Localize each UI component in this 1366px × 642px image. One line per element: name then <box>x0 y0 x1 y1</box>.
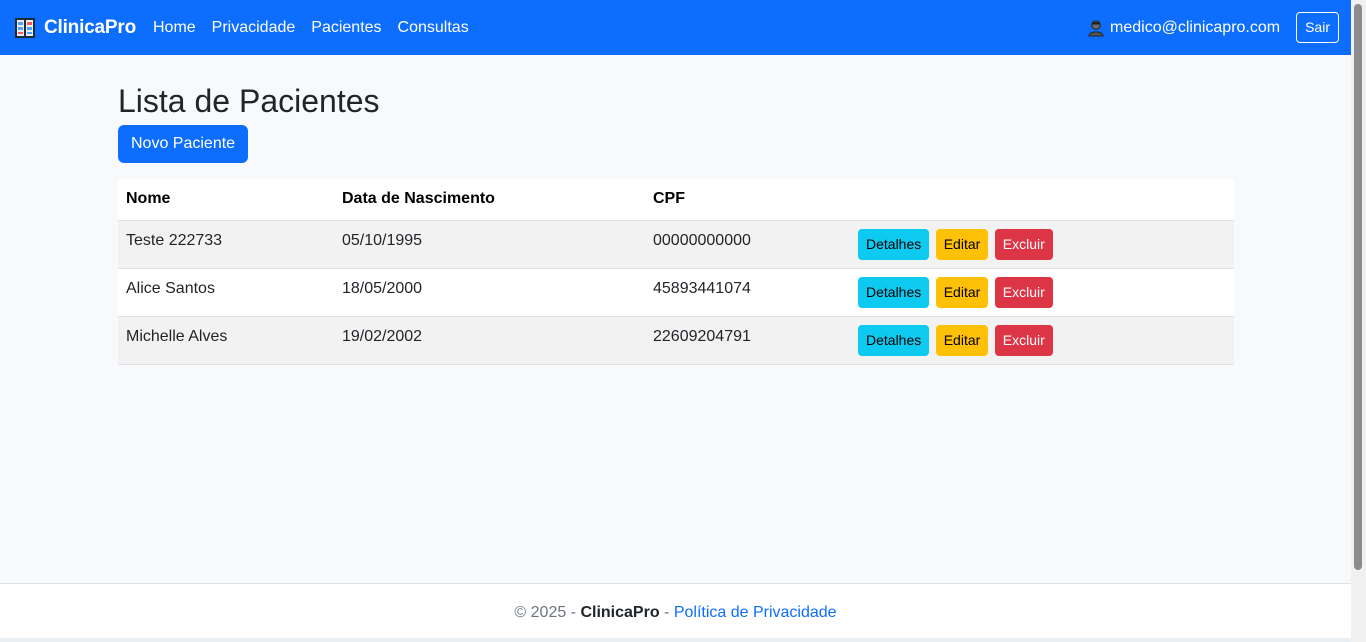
cell-name: Alice Santos <box>118 268 334 317</box>
edit-button[interactable]: Editar <box>935 276 989 308</box>
patient-name: Alice Santos <box>126 280 215 297</box>
page-title: Lista de Pacientes <box>118 83 380 119</box>
nav-home[interactable]: Home <box>153 19 196 37</box>
page: ClinicaPro Home Privacidade Pacientes Co… <box>0 0 1366 642</box>
logout-button[interactable]: Sair <box>1296 12 1339 43</box>
header-birthdate: Data de Nascimento <box>334 179 645 221</box>
cell-cpf: 45893441074 <box>645 268 850 317</box>
patient-birthdate: 19/02/2002 <box>342 328 423 345</box>
doctor-user-icon <box>1088 19 1104 36</box>
new-patient-button[interactable]: Novo Paciente <box>118 125 249 163</box>
footer-brand: ClinicaPro <box>580 604 660 621</box>
table-row: Michelle Alves 19/02/2002 22609204791 De… <box>118 316 1234 365</box>
user-area: medico@clinicapro.com Sair <box>1087 12 1339 43</box>
header-name: Nome <box>118 179 334 221</box>
patient-name: Teste 222733 <box>126 232 223 249</box>
cell-birthdate: 19/02/2002 <box>334 316 645 365</box>
user-email: medico@clinicapro.com <box>1110 18 1281 36</box>
nav-privacidade[interactable]: Privacidade <box>212 19 296 37</box>
table-header-row: Nome Data de Nascimento CPF <box>118 179 1234 221</box>
patient-birthdate: 05/10/1995 <box>342 232 423 249</box>
patient-cpf: 00000000000 <box>653 232 751 249</box>
cell-actions: Detalhes Editar Excluir <box>850 220 1234 269</box>
cell-actions: Detalhes Editar Excluir <box>850 268 1234 317</box>
nav-links: Home Privacidade Pacientes Consultas <box>153 19 485 37</box>
header-actions <box>850 179 1234 221</box>
footer-separator: - <box>659 604 674 621</box>
header-cpf: CPF <box>645 179 850 221</box>
cell-actions: Detalhes Editar Excluir <box>850 316 1234 365</box>
privacy-policy-link[interactable]: Política de Privacidade <box>674 604 837 621</box>
cell-name: Michelle Alves <box>118 316 334 365</box>
brand-name: ClinicaPro <box>44 16 136 38</box>
patients-table: Nome Data de Nascimento CPF Teste 222733… <box>118 179 1234 365</box>
bottom-strip <box>0 638 1351 642</box>
cell-cpf: 00000000000 <box>645 220 850 269</box>
cell-birthdate: 18/05/2000 <box>334 268 645 317</box>
edit-button[interactable]: Editar <box>935 324 989 356</box>
vertical-scrollbar[interactable] <box>1351 0 1366 642</box>
nav-consultas[interactable]: Consultas <box>398 19 469 37</box>
table-row: Teste 222733 05/10/1995 00000000000 Deta… <box>118 220 1234 269</box>
top-navbar: ClinicaPro Home Privacidade Pacientes Co… <box>0 0 1351 55</box>
table-row: Alice Santos 18/05/2000 45893441074 Deta… <box>118 268 1234 317</box>
scrollbar-thumb[interactable] <box>1354 4 1362 570</box>
patient-birthdate: 18/05/2000 <box>342 280 423 297</box>
patient-name: Michelle Alves <box>126 328 228 345</box>
details-button[interactable]: Detalhes <box>858 324 930 356</box>
delete-button[interactable]: Excluir <box>994 276 1053 308</box>
nav-pacientes[interactable]: Pacientes <box>311 19 381 37</box>
brand-link[interactable]: ClinicaPro <box>14 0 136 55</box>
delete-button[interactable]: Excluir <box>994 228 1053 260</box>
footer-copyright: © 2025 - <box>514 604 581 621</box>
patient-cpf: 22609204791 <box>653 328 751 345</box>
cell-cpf: 22609204791 <box>645 316 850 365</box>
clinic-logo-icon <box>15 17 35 38</box>
page-footer: © 2025 - ClinicaPro - Política de Privac… <box>0 583 1351 642</box>
delete-button[interactable]: Excluir <box>994 324 1053 356</box>
edit-button[interactable]: Editar <box>935 228 989 260</box>
details-button[interactable]: Detalhes <box>858 276 930 308</box>
details-button[interactable]: Detalhes <box>858 228 930 260</box>
cell-birthdate: 05/10/1995 <box>334 220 645 269</box>
cell-name: Teste 222733 <box>118 220 334 269</box>
main-content: Lista de Pacientes Novo Paciente Nome Da… <box>118 55 1234 365</box>
patient-cpf: 45893441074 <box>653 280 751 297</box>
